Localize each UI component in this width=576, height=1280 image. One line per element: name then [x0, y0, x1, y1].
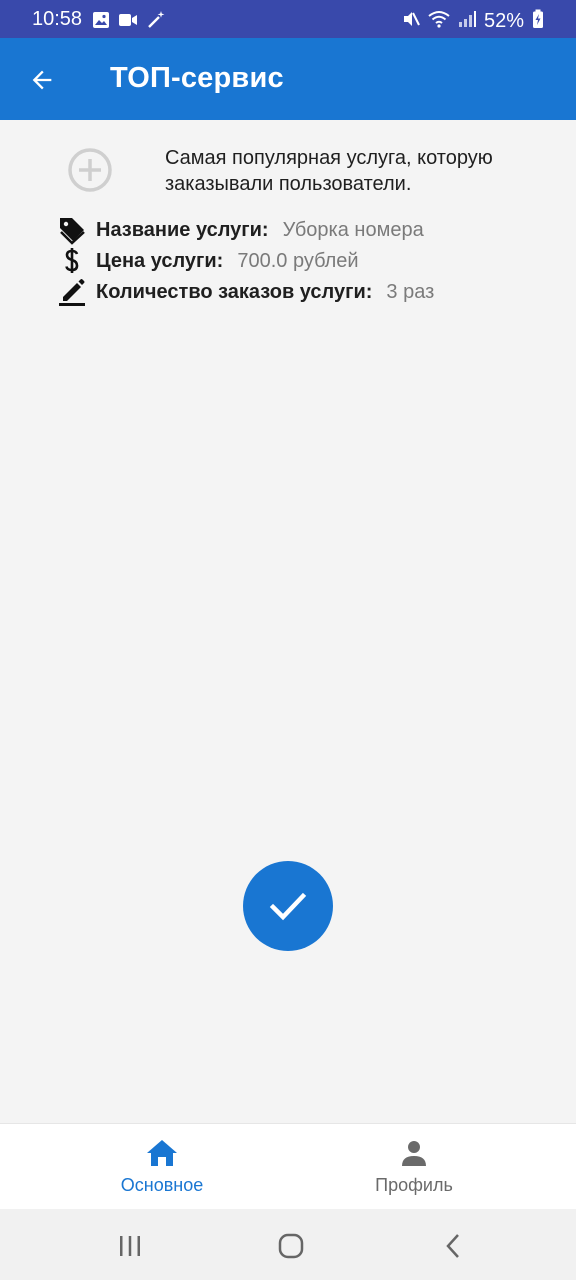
person-icon — [402, 1140, 426, 1166]
video-camera-icon — [118, 12, 138, 33]
service-name-row: Название услуги: Уборка номера — [58, 214, 424, 246]
back-button[interactable] — [24, 62, 60, 98]
service-orders-label: Количество заказов услуги: — [96, 280, 373, 303]
nav-item-profile[interactable]: Профиль — [270, 1124, 558, 1210]
battery-icon — [532, 9, 544, 34]
service-price-label: Цена услуги: — [96, 249, 224, 272]
battery-level: 52% — [483, 10, 524, 32]
page-title: ТОП-сервис — [110, 62, 284, 94]
add-circle-icon — [66, 146, 114, 194]
mute-icon — [402, 10, 420, 33]
tag-icon — [58, 216, 86, 245]
service-orders-value: 3 раз — [386, 280, 435, 303]
service-price-value: 700.0 рублей — [237, 249, 359, 272]
checkmark-icon — [269, 892, 307, 921]
home-icon — [147, 1139, 177, 1166]
app-bar: ТОП-сервис — [0, 38, 576, 120]
service-orders-row: Количество заказов услуги: 3 раз — [58, 276, 434, 308]
main-content: Самая популярная услуга, которую заказыв… — [0, 120, 576, 1123]
gallery-icon — [92, 11, 110, 34]
edit-pencil-icon — [58, 278, 86, 306]
intro-text: Самая популярная услуга, которую заказыв… — [165, 147, 493, 195]
back-system-button[interactable] — [438, 1232, 468, 1260]
recent-apps-button[interactable] — [115, 1232, 145, 1260]
confirm-button[interactable] — [243, 861, 333, 951]
status-right-icons: 52% — [402, 9, 544, 34]
arrow-left-icon — [32, 70, 52, 90]
chevron-left-icon — [446, 1234, 459, 1258]
nav-profile-label: Профиль — [375, 1174, 453, 1195]
bottom-navigation: Основное Профиль — [0, 1123, 576, 1209]
magic-wand-icon — [146, 10, 166, 35]
status-bar: 10:58 52% — [0, 0, 576, 38]
status-time: 10:58 — [32, 8, 83, 30]
service-price-row: Цена услуги: 700.0 рублей — [58, 245, 359, 277]
service-name-label: Название услуги: — [96, 218, 269, 241]
service-name-value: Уборка номера — [282, 218, 424, 241]
home-circle-icon — [278, 1233, 304, 1259]
wifi-icon — [428, 10, 450, 33]
nav-home-label: Основное — [120, 1174, 204, 1195]
home-system-button[interactable] — [276, 1232, 306, 1260]
status-left-icons — [92, 10, 166, 35]
nav-item-home[interactable]: Основное — [18, 1124, 306, 1210]
dollar-icon — [58, 247, 86, 275]
recent-apps-icon — [120, 1236, 140, 1256]
signal-icon — [458, 10, 476, 33]
system-navigation-bar — [0, 1209, 576, 1280]
